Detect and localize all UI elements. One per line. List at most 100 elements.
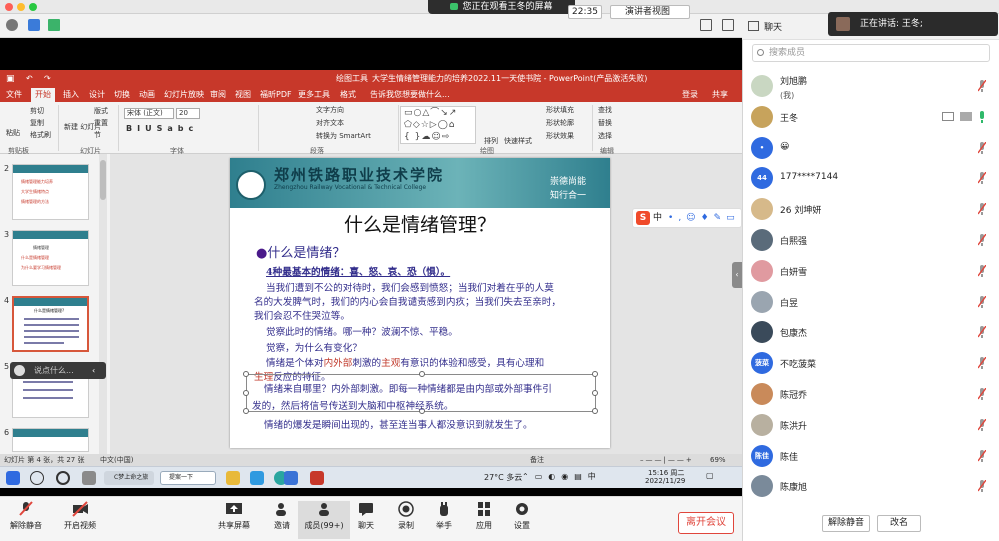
mic-muted-icon[interactable] bbox=[978, 326, 986, 339]
rename-button[interactable]: 改名 bbox=[877, 515, 921, 532]
ime-toolbar[interactable]: S 中 •,☺♦✎▭ bbox=[632, 208, 742, 228]
taskbar-app-item-2[interactable]: 提案一下 bbox=[160, 471, 216, 485]
ime-mode[interactable]: 中 bbox=[653, 213, 662, 223]
mic-muted-icon[interactable] bbox=[978, 264, 986, 277]
arrange-button[interactable]: 排列 bbox=[484, 136, 498, 146]
slide-thumbnail-3[interactable]: 情绪管理 什么是情绪管理 为什么要学习情绪管理 bbox=[12, 230, 89, 286]
info-icon[interactable] bbox=[6, 19, 18, 31]
member-row[interactable]: 陈康旭 bbox=[742, 472, 999, 502]
ime-tool-icons[interactable]: •,☺♦✎▭ bbox=[668, 213, 740, 223]
mic-muted-icon[interactable] bbox=[978, 141, 986, 154]
minimize-window-icon[interactable] bbox=[17, 3, 25, 11]
member-row[interactable]: 白熙强 bbox=[742, 226, 999, 256]
system-tray-icons[interactable]: ⌃▭◐◉▤中 bbox=[522, 471, 602, 482]
save-icon[interactable]: ▣ bbox=[6, 70, 15, 88]
shape-effects-button[interactable]: 形状效果 bbox=[546, 131, 574, 141]
find-button[interactable]: 查找 bbox=[598, 105, 612, 115]
notes-button[interactable]: 备注 bbox=[530, 454, 544, 466]
cut-button[interactable]: 剪切 bbox=[30, 106, 44, 116]
shape-fill-button[interactable]: 形状填充 bbox=[546, 105, 574, 115]
tab-more-tools[interactable]: 更多工具 bbox=[298, 88, 330, 102]
mic-muted-icon[interactable] bbox=[978, 449, 986, 462]
font-style-buttons[interactable]: BIUSabc bbox=[126, 124, 198, 133]
mic-muted-icon[interactable] bbox=[978, 357, 986, 370]
member-row[interactable]: 菠菜 不吃菠菜 bbox=[742, 349, 999, 379]
mic-muted-icon[interactable] bbox=[978, 295, 986, 308]
chat-panel-icon[interactable] bbox=[748, 21, 759, 31]
font-name-select[interactable]: 宋体 (正文) bbox=[124, 108, 174, 119]
fullscreen-icon[interactable] bbox=[700, 19, 712, 31]
member-row[interactable]: 白昱 bbox=[742, 288, 999, 318]
align-text-button[interactable]: 对齐文本 bbox=[316, 118, 344, 128]
tab-insert[interactable]: 插入 bbox=[63, 88, 79, 102]
view-mode-dropdown[interactable]: 演讲者视图 bbox=[610, 5, 690, 19]
tell-me-search[interactable]: 告诉我您想要做什么... bbox=[370, 88, 450, 102]
task-view-icon[interactable] bbox=[82, 471, 96, 485]
panel-collapse-handle[interactable]: ‹ bbox=[732, 262, 742, 288]
tab-format[interactable]: 格式 bbox=[340, 88, 356, 102]
reset-button[interactable]: 重置 bbox=[94, 118, 108, 128]
smartart-button[interactable]: 转换为 SmartArt bbox=[316, 131, 371, 141]
login-link[interactable]: 登录 bbox=[682, 88, 698, 102]
shapes-gallery[interactable]: ▭○△⌒↘↗ ⬠◇☆▷◯⌂{ }☁☺⇨ bbox=[400, 106, 476, 144]
share-ppt-button[interactable]: 共享 bbox=[712, 88, 728, 102]
member-row[interactable]: 刘旭鹏 (我) bbox=[742, 72, 999, 102]
close-window-icon[interactable] bbox=[5, 3, 13, 11]
member-search-input[interactable]: 搜索成员 bbox=[752, 44, 990, 62]
zoom-slider[interactable]: –——|——+ bbox=[640, 454, 694, 466]
tab-animations[interactable]: 动画 bbox=[139, 88, 155, 102]
member-row[interactable]: 26 刘坤妍 bbox=[742, 195, 999, 225]
current-slide[interactable]: 郑州铁路职业技术学院 Zhengzhou Railway Vocational … bbox=[230, 158, 610, 448]
file-explorer-icon[interactable] bbox=[226, 471, 240, 485]
shield-icon[interactable] bbox=[28, 19, 40, 31]
redo-icon[interactable]: ↷ bbox=[44, 70, 51, 88]
layout-button[interactable]: 版式 bbox=[94, 106, 108, 116]
select-button[interactable]: 选择 bbox=[598, 131, 612, 141]
format-painter-button[interactable]: 格式刷 bbox=[30, 130, 51, 140]
slide-thumbnail-2[interactable]: 情绪管理能力培养 大学生情绪特点 情绪管理的方法 bbox=[12, 164, 89, 220]
shape-outline-button[interactable]: 形状轮廓 bbox=[546, 118, 574, 128]
share-screen-button[interactable]: 共享屏幕 bbox=[208, 501, 260, 531]
replace-button[interactable]: 替换 bbox=[598, 118, 612, 128]
text-direction-button[interactable]: 文字方向 bbox=[316, 105, 344, 115]
quick-styles-button[interactable]: 快速样式 bbox=[504, 136, 532, 146]
mic-muted-icon[interactable] bbox=[978, 203, 986, 216]
slide-thumbnail-6[interactable] bbox=[12, 428, 89, 452]
tab-slideshow[interactable]: 幻灯片放映 bbox=[164, 88, 204, 102]
copy-button[interactable]: 复制 bbox=[30, 118, 44, 128]
unmute-all-button[interactable]: 解除静音 bbox=[822, 515, 870, 532]
maximize-window-icon[interactable] bbox=[29, 3, 37, 11]
mic-on-icon[interactable] bbox=[978, 110, 986, 123]
window-layout-icon[interactable] bbox=[722, 19, 734, 31]
mic-muted-icon[interactable] bbox=[978, 234, 986, 246]
search-icon[interactable] bbox=[30, 471, 44, 485]
member-row[interactable]: 陈佳 陈佳 bbox=[742, 442, 999, 472]
settings-button[interactable]: 设置 bbox=[496, 501, 548, 531]
mic-muted-icon[interactable] bbox=[978, 80, 986, 92]
member-row[interactable]: 陈洪升 bbox=[742, 411, 999, 441]
cortana-icon[interactable] bbox=[56, 471, 70, 485]
font-size-select[interactable]: 20 bbox=[176, 108, 200, 119]
member-row[interactable]: 王冬 bbox=[742, 103, 999, 133]
member-row[interactable]: 包康杰 bbox=[742, 318, 999, 348]
windows-start-icon[interactable] bbox=[6, 471, 20, 485]
member-row[interactable]: 白妍雪 bbox=[742, 257, 999, 287]
notification-icon[interactable]: ▢ bbox=[706, 471, 714, 480]
section-button[interactable]: 节 bbox=[94, 130, 101, 140]
start-video-button[interactable]: 开启视频 bbox=[54, 501, 106, 531]
powerpoint-app-icon[interactable] bbox=[310, 471, 324, 485]
tab-foxit-pdf[interactable]: 福昕PDF bbox=[260, 88, 292, 102]
member-row[interactable]: • 😀 bbox=[742, 134, 999, 164]
member-row[interactable]: 44 177****7144 bbox=[742, 164, 999, 194]
undo-icon[interactable]: ↶ bbox=[26, 70, 33, 88]
unmute-button[interactable]: 解除静音 bbox=[0, 501, 52, 531]
chevron-left-icon[interactable]: ‹ bbox=[92, 362, 95, 379]
tab-view[interactable]: 视图 bbox=[235, 88, 251, 102]
mic-muted-icon[interactable] bbox=[978, 172, 986, 185]
viewing-banner[interactable]: 您正在观看王冬的屏幕 bbox=[428, 0, 575, 14]
chat-emoji-icon[interactable] bbox=[14, 365, 25, 376]
tab-review[interactable]: 审阅 bbox=[210, 88, 226, 102]
mic-muted-icon[interactable] bbox=[978, 388, 986, 400]
tab-transitions[interactable]: 切换 bbox=[114, 88, 130, 102]
thumbnail-scrollbar[interactable] bbox=[99, 154, 107, 454]
